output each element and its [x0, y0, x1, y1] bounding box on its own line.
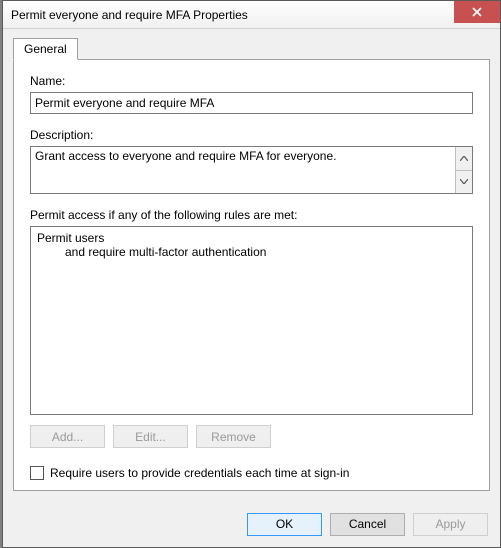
- require-credentials-checkbox[interactable]: [30, 466, 44, 480]
- close-icon: [472, 7, 482, 17]
- remove-button[interactable]: Remove: [196, 425, 271, 448]
- title-bar: Permit everyone and require MFA Properti…: [3, 1, 500, 29]
- description-input[interactable]: [31, 147, 455, 193]
- description-label: Description:: [30, 128, 473, 142]
- require-credentials-row: Require users to provide credentials eac…: [30, 466, 473, 480]
- close-button[interactable]: [454, 1, 500, 23]
- client-area: General Name: Description: Permit: [3, 29, 500, 501]
- apply-button[interactable]: Apply: [413, 513, 488, 536]
- tab-strip: General: [13, 37, 490, 59]
- rules-label: Permit access if any of the following ru…: [30, 208, 473, 222]
- scroll-up-button[interactable]: [456, 147, 472, 171]
- rule-line-2: and require multi-factor authentication: [37, 245, 466, 259]
- ok-button[interactable]: OK: [247, 513, 322, 536]
- edit-button[interactable]: Edit...: [113, 425, 188, 448]
- add-button[interactable]: Add...: [30, 425, 105, 448]
- name-input[interactable]: [30, 92, 473, 114]
- chevron-down-icon: [460, 179, 468, 184]
- cancel-button[interactable]: Cancel: [330, 513, 405, 536]
- dialog-window: Permit everyone and require MFA Properti…: [2, 0, 501, 548]
- tab-panel-general: Name: Description: Permit access if any …: [13, 59, 490, 491]
- description-field: [30, 146, 473, 194]
- tab-general[interactable]: General: [13, 38, 78, 60]
- scroll-down-button[interactable]: [456, 171, 472, 194]
- dialog-footer: OK Cancel Apply: [3, 501, 500, 547]
- require-credentials-label: Require users to provide credentials eac…: [50, 466, 349, 480]
- rules-listbox[interactable]: Permit users and require multi-factor au…: [30, 226, 473, 415]
- chevron-up-icon: [460, 156, 468, 161]
- window-title: Permit everyone and require MFA Properti…: [11, 8, 248, 22]
- rules-button-row: Add... Edit... Remove: [30, 425, 473, 448]
- name-label: Name:: [30, 74, 473, 88]
- rule-line-1: Permit users: [37, 231, 466, 245]
- description-spinner: [455, 147, 472, 193]
